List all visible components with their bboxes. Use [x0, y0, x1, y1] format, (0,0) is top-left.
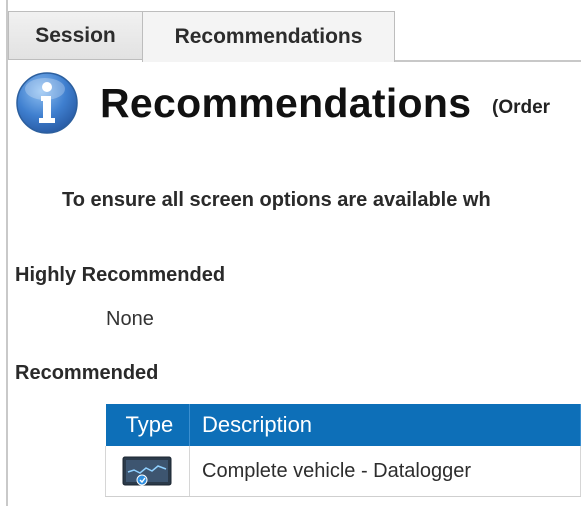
page-subtitle: (Order — [492, 97, 551, 118]
tab-recommendations[interactable]: Recommendations — [142, 11, 395, 62]
panel-left-border — [6, 0, 8, 506]
recommended-heading: Recommended — [15, 362, 159, 384]
table-row[interactable]: Complete vehicle - Datalogger — [105, 446, 581, 497]
highly-recommended-empty: None — [106, 308, 154, 330]
info-icon — [16, 72, 78, 134]
column-header-description[interactable]: Description — [189, 404, 581, 446]
page-title: Recommendations — [100, 80, 472, 126]
highly-recommended-heading: Highly Recommended — [15, 264, 226, 286]
tab-session[interactable]: Session — [8, 11, 143, 60]
tab-bar-divider — [395, 60, 581, 62]
table-header-row: Type Description — [105, 404, 581, 446]
intro-text: To ensure all screen options are availab… — [62, 189, 491, 211]
row-type-cell — [105, 446, 190, 497]
recommended-table: Type Description Complete vehicle - Data… — [105, 404, 581, 497]
row-description-cell: Complete vehicle - Datalogger — [189, 446, 581, 497]
tab-recommendations-label: Recommendations — [174, 25, 363, 48]
tab-session-label: Session — [35, 23, 116, 47]
datalogger-device-icon — [122, 456, 171, 486]
column-header-type[interactable]: Type — [105, 404, 190, 446]
recommendations-window: Session Recommendations Recommendations … — [0, 0, 581, 506]
